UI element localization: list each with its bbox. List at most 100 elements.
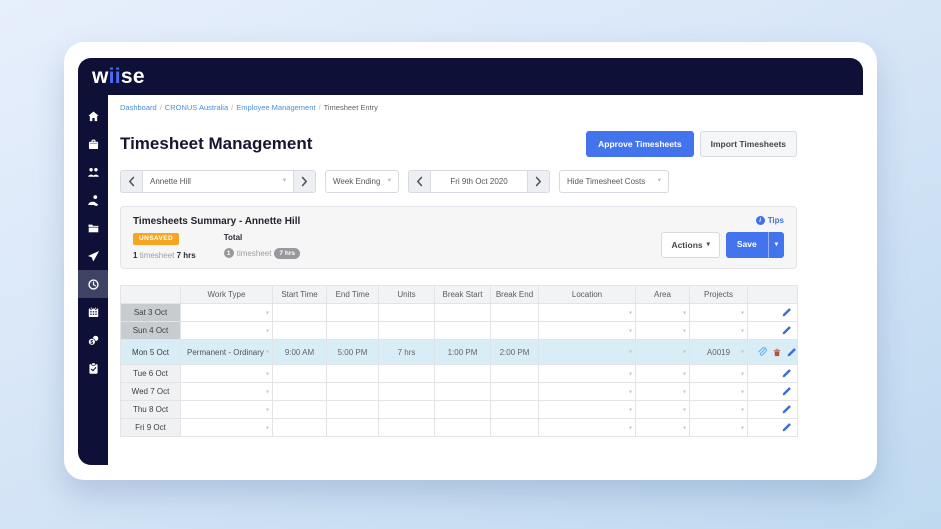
work-type-cell[interactable]: ▾: [180, 303, 273, 322]
end-time-cell[interactable]: [326, 321, 379, 340]
end-time-cell[interactable]: [326, 303, 379, 322]
work-type-cell[interactable]: ▾: [180, 364, 273, 383]
end-time-cell[interactable]: [326, 364, 379, 383]
break-start-cell[interactable]: [434, 364, 491, 383]
edit-pencil-icon[interactable]: [781, 325, 792, 336]
attachment-paperclip-icon[interactable]: [756, 346, 768, 358]
end-time-cell[interactable]: [326, 382, 379, 401]
actions-button[interactable]: Actions ▾: [661, 232, 720, 258]
end-time-cell[interactable]: [326, 418, 379, 437]
units-cell[interactable]: [378, 321, 435, 340]
edit-pencil-icon[interactable]: [781, 404, 792, 415]
breadcrumb-cronus-australia[interactable]: CRONUS Australia: [165, 103, 228, 112]
units-cell[interactable]: [378, 418, 435, 437]
sidebar-item-clipboard-check[interactable]: [78, 354, 108, 382]
sidebar-item-coins[interactable]: $: [78, 326, 108, 354]
work-type-cell[interactable]: ▾: [180, 400, 273, 419]
projects-cell[interactable]: ▾: [689, 400, 748, 419]
location-cell[interactable]: ▾: [538, 364, 636, 383]
save-dropdown-button[interactable]: ▾: [767, 232, 784, 258]
week-next-button[interactable]: [528, 170, 550, 193]
work-type-cell[interactable]: ▾: [180, 321, 273, 340]
break-end-cell[interactable]: [490, 364, 539, 383]
week-prev-button[interactable]: [408, 170, 430, 193]
work-type-cell[interactable]: ▾: [180, 382, 273, 401]
delete-trash-icon[interactable]: [772, 347, 782, 358]
projects-cell[interactable]: ▾: [689, 321, 748, 340]
location-cell[interactable]: ▾: [538, 418, 636, 437]
units-cell[interactable]: [378, 400, 435, 419]
start-time-cell[interactable]: [272, 400, 327, 419]
area-cell[interactable]: ▾: [635, 364, 690, 383]
start-time-cell[interactable]: [272, 364, 327, 383]
employee-select[interactable]: Annette Hill ▾: [142, 170, 294, 193]
employee-prev-button[interactable]: [120, 170, 142, 193]
units-cell[interactable]: [378, 382, 435, 401]
clipboard-check-icon: [87, 362, 100, 375]
break-end-cell[interactable]: [490, 400, 539, 419]
units-cell[interactable]: [378, 364, 435, 383]
break-end-cell[interactable]: [490, 382, 539, 401]
start-time-cell[interactable]: [272, 382, 327, 401]
start-time-cell[interactable]: [272, 418, 327, 437]
area-cell[interactable]: ▾: [635, 400, 690, 419]
edit-pencil-icon[interactable]: [786, 347, 797, 358]
edit-pencil-icon[interactable]: [781, 307, 792, 318]
projects-cell[interactable]: ▾: [689, 382, 748, 401]
break-start-cell[interactable]: [434, 321, 491, 340]
timesheet-costs-select[interactable]: Hide Timesheet Costs ▾: [559, 170, 669, 193]
projects-cell[interactable]: A0019 ▾: [689, 339, 748, 365]
units-cell[interactable]: [378, 303, 435, 322]
end-time-cell[interactable]: [326, 400, 379, 419]
edit-pencil-icon[interactable]: [781, 368, 792, 379]
breadcrumb-dashboard[interactable]: Dashboard: [120, 103, 157, 112]
location-cell[interactable]: ▾: [538, 339, 636, 365]
projects-cell[interactable]: ▾: [689, 418, 748, 437]
break-end-cell[interactable]: [490, 418, 539, 437]
approve-timesheets-button[interactable]: Approve Timesheets: [586, 131, 694, 157]
area-cell[interactable]: ▾: [635, 418, 690, 437]
sidebar-item-employees[interactable]: [78, 158, 108, 186]
location-cell[interactable]: ▾: [538, 382, 636, 401]
area-cell[interactable]: ▾: [635, 321, 690, 340]
break-start-cell[interactable]: [434, 303, 491, 322]
work-type-cell[interactable]: Permanent - Ordinary ▾: [180, 339, 273, 365]
sidebar-item-folder[interactable]: [78, 214, 108, 242]
week-date-display[interactable]: Fri 9th Oct 2020: [430, 170, 528, 193]
break-start-cell[interactable]: [434, 382, 491, 401]
import-timesheets-button[interactable]: Import Timesheets: [699, 131, 797, 157]
sidebar-item-calendar[interactable]: [78, 298, 108, 326]
break-end-cell[interactable]: [490, 321, 539, 340]
sidebar-item-hand-holding[interactable]: [78, 186, 108, 214]
projects-cell[interactable]: ▾: [689, 303, 748, 322]
start-time-cell[interactable]: 9:00 AM: [272, 339, 327, 365]
break-start-cell[interactable]: 1:00 PM: [434, 339, 491, 365]
location-cell[interactable]: ▾: [538, 400, 636, 419]
sidebar-item-plane[interactable]: [78, 242, 108, 270]
sidebar-item-home[interactable]: [78, 102, 108, 130]
sidebar-item-briefcase[interactable]: [78, 130, 108, 158]
area-cell[interactable]: ▾: [635, 303, 690, 322]
week-ending-select[interactable]: Week Ending ▾: [325, 170, 399, 193]
edit-pencil-icon[interactable]: [781, 422, 792, 433]
units-cell[interactable]: 7 hrs: [378, 339, 435, 365]
work-type-cell[interactable]: ▾: [180, 418, 273, 437]
location-cell[interactable]: ▾: [538, 303, 636, 322]
start-time-cell[interactable]: [272, 303, 327, 322]
break-end-cell[interactable]: 2:00 PM: [490, 339, 539, 365]
start-time-cell[interactable]: [272, 321, 327, 340]
edit-pencil-icon[interactable]: [781, 386, 792, 397]
break-start-cell[interactable]: [434, 418, 491, 437]
breadcrumb-employee-management[interactable]: Employee Management: [236, 103, 315, 112]
break-start-cell[interactable]: [434, 400, 491, 419]
area-cell[interactable]: ▾: [635, 382, 690, 401]
tips-link[interactable]: i Tips: [755, 216, 784, 225]
employee-next-button[interactable]: [294, 170, 316, 193]
save-button[interactable]: Save: [726, 232, 768, 258]
end-time-cell[interactable]: 5:00 PM: [326, 339, 379, 365]
location-cell[interactable]: ▾: [538, 321, 636, 340]
break-end-cell[interactable]: [490, 303, 539, 322]
area-cell[interactable]: ▾: [635, 339, 690, 365]
projects-cell[interactable]: ▾: [689, 364, 748, 383]
sidebar-item-clock[interactable]: [78, 270, 108, 298]
